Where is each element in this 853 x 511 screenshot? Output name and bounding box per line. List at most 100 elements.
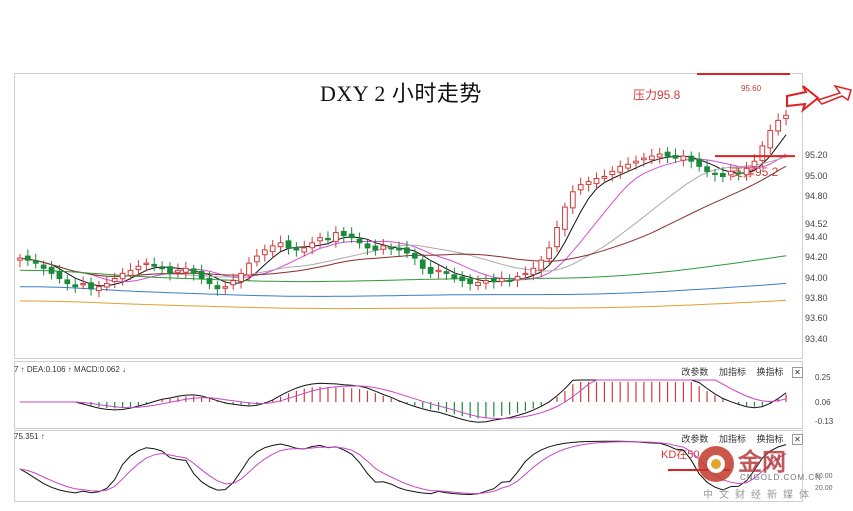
candle-body [380, 245, 387, 250]
candle-body [727, 170, 734, 176]
candle-body [625, 163, 631, 169]
chart-canvas: 0.250.06-0.1380.0020.00 [17, 73, 852, 496]
candle-body [72, 284, 79, 288]
ma-line-ma120 [19, 282, 787, 297]
candle-body [293, 247, 300, 251]
candle-body [238, 272, 244, 282]
candle-body [530, 267, 537, 275]
candle-body [404, 247, 410, 254]
candle-body [340, 230, 347, 237]
candle-body [419, 259, 426, 269]
ma-line-ma60 [19, 255, 787, 283]
candle-body [159, 267, 165, 270]
candle-body [585, 181, 592, 185]
candle-body [32, 260, 39, 264]
candle-body [64, 279, 71, 285]
candle-body [648, 155, 655, 161]
candle-body [451, 274, 458, 280]
candle-body [601, 176, 608, 179]
up-arrow-icon [786, 85, 820, 113]
candle-body [593, 178, 600, 185]
candle-body [506, 280, 513, 283]
candle-body [672, 155, 679, 159]
candle-body [190, 268, 197, 274]
kd-d-line [19, 441, 787, 495]
candle-body [562, 206, 568, 230]
ma-line-ma5 [19, 134, 787, 287]
candle-body [617, 165, 624, 173]
candle-body [538, 259, 545, 271]
candle-body [167, 266, 173, 274]
macd-y-tick-label: 0.25 [815, 373, 831, 382]
candle-body [411, 252, 418, 259]
candle-body [88, 282, 94, 290]
candle-body [522, 272, 529, 276]
candle-body [285, 240, 292, 249]
candle-body [325, 237, 331, 241]
candle-body [151, 263, 158, 267]
candle-body [427, 266, 434, 274]
ma-line-ma10 [19, 153, 787, 283]
candle-body [48, 266, 55, 274]
candle-body [443, 271, 450, 274]
candle-body [214, 285, 221, 290]
candle-body [246, 262, 252, 276]
candle-body [230, 280, 237, 286]
candle-body [198, 270, 205, 279]
candle-body [577, 184, 584, 191]
candle-body [175, 269, 181, 273]
logo-domain: CNGOLD.COM.CN [740, 473, 822, 482]
candle-body [17, 257, 23, 261]
candle-body [554, 227, 560, 248]
up-arrow-icon [816, 84, 852, 105]
candle-body [127, 269, 134, 276]
candle-body [704, 166, 710, 172]
candle-body [261, 249, 268, 256]
candle-body [735, 172, 742, 175]
candle-body [609, 170, 616, 176]
candle-body [483, 280, 489, 284]
candle-body [254, 255, 260, 263]
candle-body [656, 153, 663, 158]
kd-k-line [19, 440, 787, 496]
macd-y-tick-label: -0.13 [815, 417, 834, 426]
candle-body [475, 282, 481, 287]
candle-body [514, 275, 521, 281]
candle-body [435, 269, 442, 273]
candle-body [459, 276, 466, 282]
candle-body [396, 247, 402, 251]
candle-body [317, 237, 323, 242]
candle-body [490, 278, 497, 283]
candle-body [348, 233, 355, 239]
candle-body [364, 243, 371, 249]
candle-body [743, 167, 750, 176]
candle-body [767, 130, 774, 149]
candle-body [783, 114, 789, 119]
candle-body [664, 151, 671, 157]
candle-body [688, 155, 695, 162]
candle-body [56, 271, 63, 280]
candle-body [356, 238, 363, 244]
candle-body [712, 172, 718, 175]
candle-body [633, 160, 639, 164]
chart-screenshot: DXY 2 小时走势 压力95.8 支撑95.2 95.60 KD在50 95.… [0, 0, 853, 511]
candle-body [96, 286, 102, 292]
macd-y-tick-label: 0.06 [815, 398, 831, 407]
candle-body [759, 145, 766, 161]
logo-slogan: 中文财经新媒体 [703, 490, 815, 501]
candle-body [467, 279, 474, 285]
candle-body [680, 155, 687, 161]
candle-body [569, 191, 576, 209]
ma-line-ma20 [19, 156, 787, 278]
candle-body [222, 286, 229, 289]
candle-body [696, 158, 703, 167]
candle-body [135, 265, 142, 271]
candle-body [775, 119, 782, 132]
logo-text: 金网 [738, 447, 786, 476]
candle-body [206, 277, 213, 285]
candle-body [269, 245, 276, 253]
candle-body [80, 283, 87, 286]
candle-body [277, 242, 284, 248]
candle-body [546, 247, 552, 260]
macd-dif-line [19, 379, 787, 423]
